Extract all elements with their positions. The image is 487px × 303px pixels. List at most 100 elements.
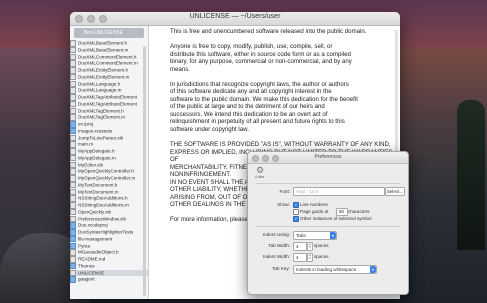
file-list-item[interactable]: MyEditor.xib bbox=[70, 161, 148, 169]
indent-using-label: Indent Using: bbox=[262, 232, 290, 237]
folder-icon bbox=[70, 235, 76, 243]
file-icon bbox=[70, 175, 76, 182]
file-list-item[interactable]: en.lproj bbox=[70, 121, 148, 128]
line-numbers-checkbox[interactable]: ✓ bbox=[293, 202, 299, 208]
file-icon bbox=[70, 100, 76, 108]
file-list-item[interactable]: DuoXMLEntityElement.h bbox=[70, 67, 148, 74]
file-list-item[interactable]: MyTextDocument.h bbox=[70, 181, 148, 189]
file-list-item[interactable]: MyOpenQuicklyController.m bbox=[70, 175, 148, 182]
file-list-item[interactable]: DuoXMLTagAttributeElement bbox=[70, 94, 148, 101]
file-list-item[interactable]: Themes bbox=[70, 262, 148, 270]
chevron-down-icon: ▾ bbox=[330, 231, 336, 239]
file-list-item[interactable]: main.m bbox=[70, 141, 148, 148]
file-icon bbox=[70, 141, 76, 148]
file-list-item-label: MyTextDocument.m bbox=[78, 188, 119, 194]
file-icon bbox=[70, 53, 76, 60]
file-list-item[interactable]: MGacaudioObject.h bbox=[70, 249, 148, 256]
file-list-item-label: Images.xcassets bbox=[78, 128, 113, 134]
file-list-item[interactable]: Images.xcassets bbox=[70, 127, 148, 135]
page-guide-label: Page guide at bbox=[300, 208, 329, 214]
file-icon bbox=[70, 134, 76, 141]
file-list-item[interactable]: DuoXMLTagAttributeElement bbox=[70, 100, 148, 108]
file-list-item-label: DuoXMLTagAttributeElement bbox=[78, 94, 137, 100]
file-list-item-label: file-management bbox=[78, 236, 113, 242]
indent-using-select[interactable]: Tabs ▾ bbox=[293, 230, 337, 240]
file-icon bbox=[70, 249, 76, 256]
file-list-item-label: MyAppDelegate.m bbox=[78, 155, 116, 161]
file-list-item[interactable]: DuoXMLCommentElement.m bbox=[70, 60, 148, 67]
file-icon bbox=[70, 269, 76, 276]
file-icon bbox=[70, 67, 76, 74]
file-icon bbox=[70, 40, 76, 47]
sidebar-scrollbar[interactable] bbox=[143, 46, 146, 296]
other-instances-checkbox[interactable]: ✓ bbox=[293, 216, 299, 222]
file-list-item[interactable]: UNLICENSE bbox=[70, 269, 148, 277]
file-list-item[interactable]: DuoXMLLanguage.m bbox=[70, 87, 148, 94]
file-list-item[interactable]: MyAppDelegate.h bbox=[70, 148, 148, 155]
file-list-item[interactable]: MyOpenQuicklyController.h bbox=[70, 168, 148, 175]
file-list-item[interactable]: NSStringDuoAdditions.m bbox=[70, 202, 148, 209]
file-list-item[interactable]: DuoXMLCommentElement.h bbox=[70, 53, 148, 61]
file-list-item-label: DuoXMLEntityElement.m bbox=[78, 74, 130, 80]
tab-editor-label: Editor bbox=[255, 175, 265, 179]
file-list-item[interactable]: MyAppDelegate.m bbox=[70, 154, 148, 162]
indent-width-stepper[interactable]: ▴ ▾ bbox=[307, 252, 313, 262]
window-titlebar[interactable]: UNLICENSE — ~/Users/user bbox=[70, 12, 400, 26]
select-font-button[interactable]: Select... bbox=[385, 187, 405, 196]
file-list-item-label: OpenQuickly.xib bbox=[78, 209, 112, 215]
file-list-item[interactable]: Duo.xcodeproj bbox=[70, 222, 148, 229]
file-list: DuoXMLBaseElement.h DuoXMLBaseElement.m Du… bbox=[70, 40, 148, 283]
font-field[interactable]: Arial - 14.0 bbox=[293, 187, 385, 196]
folder-icon bbox=[70, 229, 76, 236]
sidebar-header[interactable]: Box-UNLICENSE bbox=[74, 28, 144, 38]
file-icon bbox=[70, 208, 76, 216]
file-list-item-label: DuoXMLCommentElement.m bbox=[78, 60, 138, 66]
file-list-item-label: Themes bbox=[78, 263, 95, 269]
file-list-item[interactable]: DuoXMLTagElement.h bbox=[70, 107, 148, 115]
tab-width-label: Tab Width: bbox=[268, 243, 290, 248]
preferences-titlebar[interactable]: Preferences bbox=[248, 152, 408, 164]
tab-editor[interactable]: ⚙ Editor bbox=[253, 165, 267, 181]
file-list-item-label: NSStringDuoAdditions.m bbox=[78, 202, 129, 208]
file-icon bbox=[70, 60, 76, 67]
tab-width-stepper[interactable]: ▴ ▾ bbox=[307, 241, 313, 251]
tab-width-units: spaces bbox=[314, 243, 329, 248]
page-guide-checkbox[interactable] bbox=[293, 209, 299, 215]
page-guide-input[interactable]: 80 bbox=[336, 207, 348, 216]
chevron-down-icon: ▾ bbox=[370, 265, 376, 273]
editor-paragraph: This is free and unencumbered software r… bbox=[170, 28, 367, 35]
preferences-window: Preferences ⚙ Editor Font: Arial - 14.0 … bbox=[247, 151, 409, 295]
file-icon bbox=[70, 256, 76, 263]
tab-width-input[interactable]: 4 bbox=[293, 241, 307, 251]
file-list-item[interactable]: DuoXMLEntityElement.m bbox=[70, 73, 148, 81]
indent-width-input[interactable]: 4 bbox=[293, 252, 307, 262]
file-list-item[interactable]: JumpToLineParser.xib bbox=[70, 134, 148, 142]
file-list-item-label: DuoXMLTagElement.h bbox=[78, 107, 124, 113]
file-list-item[interactable]: DuoXMLBaseElement.h bbox=[70, 40, 148, 47]
file-icon bbox=[70, 148, 76, 155]
file-list-item-label: DuoXMLLanguage.m bbox=[78, 87, 122, 93]
folder-icon bbox=[70, 242, 76, 249]
file-list-item[interactable]: README.md bbox=[70, 256, 148, 263]
file-list-item[interactable]: DuoSyntaxHighlighterTests bbox=[70, 229, 148, 236]
file-list-item[interactable]: DuoXMLTagElement.m bbox=[70, 114, 148, 121]
line-numbers-label: Line numbers bbox=[300, 201, 328, 207]
file-list-item[interactable]: OpenQuickly.xib bbox=[70, 208, 148, 216]
editor-paragraph: In jurisdictions that recognize copyrigh… bbox=[170, 80, 358, 134]
file-list-item[interactable]: MyTextDocument.m bbox=[70, 188, 148, 196]
file-list-item-label: DuoXMLTagAttributeElement bbox=[78, 101, 137, 107]
folder-icon bbox=[70, 127, 76, 135]
tab-key-select[interactable]: Indents in leading whitespace ▾ bbox=[293, 264, 377, 274]
file-icon bbox=[70, 202, 76, 209]
file-list-item[interactable]: NSStringDuoAdditions.h bbox=[70, 195, 148, 202]
file-list-item-label: en.lproj bbox=[78, 121, 94, 127]
file-list-item[interactable]: DuoXMLBaseElement.m bbox=[70, 46, 148, 54]
indent-using-value: Tabs bbox=[296, 232, 306, 238]
file-list-item[interactable]: file-management bbox=[70, 235, 148, 243]
file-list-item[interactable]: PreferencesWindow.xib bbox=[70, 215, 148, 223]
file-list-item[interactable]: Pyrea bbox=[70, 242, 148, 250]
file-list-item[interactable]: DuoXMLLanguage.h bbox=[70, 80, 148, 88]
editor-paragraph: Anyone is free to copy, modify, publish,… bbox=[170, 43, 352, 73]
file-list-item-label: DuoXMLEntityElement.h bbox=[78, 67, 129, 73]
file-list-item[interactable]: gaagent bbox=[70, 276, 148, 283]
